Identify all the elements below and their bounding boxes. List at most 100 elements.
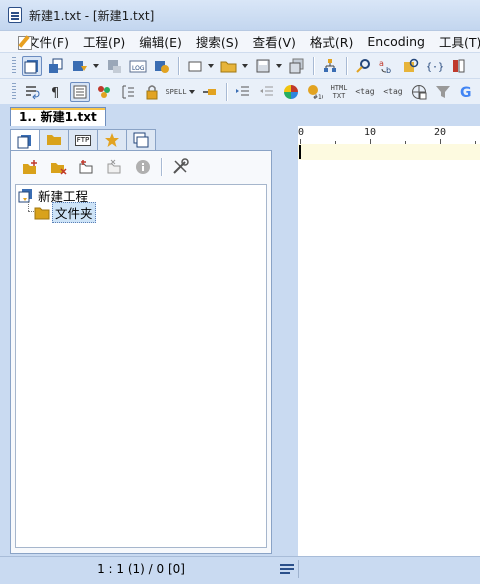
google-search-icon[interactable]: G — [457, 82, 477, 102]
project-settings-icon[interactable] — [152, 56, 172, 76]
main-toolbar: LOG ab {·} — [0, 52, 480, 78]
html-to-text-icon[interactable]: HTML TXT — [329, 82, 349, 102]
svg-text:¶: ¶ — [51, 86, 59, 100]
add-folder-icon[interactable] — [20, 157, 42, 177]
remove-folder-icon[interactable] — [48, 157, 70, 177]
column-mode-icon[interactable] — [118, 82, 138, 102]
menu-project[interactable]: 工程(P) — [76, 32, 132, 51]
menu-view[interactable]: 查看(V) — [246, 32, 303, 51]
new-file-icon[interactable] — [185, 56, 205, 76]
project-icon — [17, 134, 31, 148]
ftp-icon: FTP — [74, 134, 92, 146]
remove-file-icon[interactable] — [104, 157, 126, 177]
pin-icon[interactable] — [200, 82, 220, 102]
document-tab[interactable]: 1.. 新建1.txt — [10, 107, 106, 126]
replace-icon[interactable]: ab — [377, 56, 397, 76]
star-icon — [105, 133, 119, 147]
open-tag-icon[interactable]: <tag — [381, 82, 405, 102]
save-icon[interactable] — [253, 56, 273, 76]
ruler-label: 0 — [298, 127, 305, 138]
line-ending-icon[interactable] — [280, 563, 294, 574]
menu-search[interactable]: 搜索(S) — [189, 32, 246, 51]
color-picker-icon[interactable] — [281, 82, 301, 102]
hierarchy-icon[interactable] — [320, 56, 340, 76]
menu-tools[interactable]: 工具(T) — [432, 32, 480, 51]
tab-favorites[interactable] — [97, 129, 127, 151]
save-dropdown[interactable] — [275, 56, 283, 76]
log-icon[interactable]: LOG — [128, 56, 148, 76]
outdent-icon[interactable] — [257, 82, 277, 102]
tree-node-folder[interactable]: 文件夹 — [34, 202, 96, 223]
toolbar-grip[interactable] — [12, 82, 16, 101]
lock-icon[interactable] — [142, 82, 162, 102]
spell-check-icon[interactable]: SPELL — [165, 82, 186, 102]
open-project-icon[interactable] — [46, 56, 66, 76]
show-paragraph-icon[interactable]: ¶ — [46, 82, 66, 102]
folder-node-icon — [34, 207, 50, 219]
project-view-icon[interactable] — [22, 55, 42, 76]
book-icon[interactable] — [449, 56, 469, 76]
project-panel: FTP 新建工程 文件夹 — [0, 126, 298, 556]
svg-text:LOG: LOG — [132, 65, 145, 72]
indent-icon[interactable] — [233, 82, 253, 102]
app-icon[interactable] — [8, 7, 22, 23]
menu-encoding[interactable]: Encoding — [360, 34, 432, 49]
save-project-icon[interactable] — [70, 56, 90, 76]
document-tab-bar: 1.. 新建1.txt — [0, 104, 480, 126]
status-bar: 1 : 1 (1) / 0 [0] — [0, 556, 480, 584]
window-list-icon — [133, 132, 149, 148]
filter-icon[interactable] — [433, 82, 453, 102]
menu-bar: 文件(F) 工程(P) 编辑(E) 搜索(S) 查看(V) 格式(R) Enco… — [0, 30, 480, 52]
svg-text:a: a — [379, 59, 384, 68]
tree-connector — [28, 202, 29, 211]
open-folder-icon[interactable] — [219, 56, 239, 76]
menu-format[interactable]: 格式(R) — [303, 32, 360, 51]
menu-edit[interactable]: 编辑(E) — [132, 32, 189, 51]
new-file-dropdown[interactable] — [207, 56, 215, 76]
svg-text:#10: #10 — [313, 94, 323, 100]
tab-project[interactable] — [10, 129, 40, 152]
panel-toolbar-separator — [161, 158, 162, 176]
line-numbers-icon[interactable] — [70, 81, 90, 102]
web-browser-icon[interactable] — [409, 82, 429, 102]
ruler-label: 10 — [364, 127, 377, 138]
project-tree[interactable]: 新建工程 文件夹 — [15, 184, 267, 548]
toolbar-separator — [178, 56, 179, 75]
word-wrap-icon[interactable] — [22, 82, 42, 102]
folder-node-label: 文件夹 — [52, 202, 96, 223]
format-toolbar: ¶ SPELL #10 HTML TXT <tag <tag — [0, 78, 480, 104]
find-in-files-icon[interactable] — [401, 56, 421, 76]
toolbar-separator — [226, 82, 227, 101]
column-ruler: 0 10 20 — [298, 126, 480, 144]
text-caret — [299, 145, 301, 159]
syntax-highlight-icon[interactable] — [94, 82, 114, 102]
tab-windows[interactable] — [126, 129, 156, 151]
tab-ftp[interactable]: FTP — [68, 129, 98, 151]
svg-text:b: b — [386, 66, 391, 74]
settings-tools-icon[interactable] — [169, 157, 191, 177]
html-color-icon[interactable]: #10 — [305, 82, 325, 102]
editor-area[interactable]: 0 10 20 — [298, 126, 480, 556]
current-line-highlight — [298, 144, 480, 160]
toolbar-separator — [313, 56, 314, 75]
title-bar: 新建1.txt - [新建1.txt] — [0, 0, 480, 30]
svg-text:G: G — [460, 85, 472, 100]
info-icon[interactable] — [132, 157, 154, 177]
close-tag-icon[interactable]: <tag — [353, 82, 377, 102]
find-icon[interactable] — [353, 56, 373, 76]
folder-icon — [47, 135, 61, 145]
ruler-label: 20 — [434, 127, 447, 138]
spell-check-dropdown[interactable] — [188, 82, 196, 102]
project-dropdown[interactable] — [92, 56, 100, 76]
window-title: 新建1.txt - [新建1.txt] — [29, 8, 155, 23]
cursor-position: 1 : 1 (1) / 0 [0] — [97, 562, 185, 576]
add-file-icon[interactable] — [76, 157, 98, 177]
panel-tab-strip: FTP — [10, 129, 156, 152]
tab-explorer[interactable] — [39, 129, 69, 151]
open-dropdown[interactable] — [241, 56, 249, 76]
toolbar-grip[interactable] — [12, 56, 16, 75]
close-project-icon[interactable] — [104, 56, 124, 76]
save-all-icon[interactable] — [287, 56, 307, 76]
function-list-icon[interactable]: {·} — [425, 56, 445, 76]
svg-text:{·}: {·} — [426, 62, 444, 73]
